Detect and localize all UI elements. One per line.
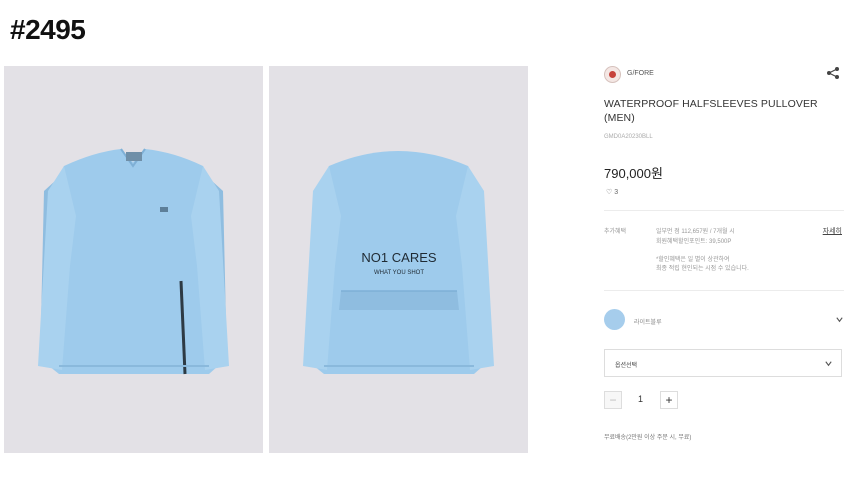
benefit-details-link[interactable]: 자세히: [823, 226, 842, 236]
divider: [604, 210, 844, 211]
color-name: 라이트블루: [634, 320, 662, 326]
brand-row: G/FORE: [604, 64, 844, 86]
benefit-label: 추가혜택: [604, 229, 627, 235]
product-image-back[interactable]: NO1 CARES WHAT YOU SHOT: [269, 66, 528, 453]
benefit-line-3: *할인혜택은 일 별이 상관하여: [656, 257, 730, 263]
brand-logo-icon[interactable]: [604, 66, 621, 83]
chevron-down-icon[interactable]: [835, 315, 844, 324]
chevron-down-icon: [825, 361, 832, 367]
color-option-row[interactable]: 라이트블루: [604, 307, 844, 333]
page-id-label: #2495: [10, 14, 86, 45]
benefit-line-1: 일부먼 점 112,657원 / 7개월 시: [656, 229, 735, 235]
pullover-back-illustration: NO1 CARES WHAT YOU SHOT: [303, 151, 494, 374]
back-print-line2: WHAT YOU SHOT: [374, 270, 424, 276]
option-select-label: 옵션선택: [615, 363, 638, 369]
product-title: WATERPROOF HALFSLEEVES PULLOVER (MEN): [604, 98, 818, 124]
benefit-line-4: 최종 적립 현인되는 시점 수 있습니다.: [656, 266, 749, 272]
share-icon[interactable]: [826, 66, 840, 80]
product-image-front[interactable]: [4, 66, 263, 453]
product-code: GMD0A20230BLL: [604, 134, 653, 140]
like-count[interactable]: ♡ 3: [606, 188, 618, 196]
back-print-line1: NO1 CARES: [361, 250, 436, 265]
divider: [604, 290, 844, 291]
pullover-front-illustration: [38, 148, 229, 375]
quantity-decrease-button[interactable]: −: [604, 391, 622, 409]
quantity-increase-button[interactable]: +: [660, 391, 678, 409]
benefit-line-2: 회원혜택할인포인트: 39,500P: [656, 239, 732, 245]
brand-name[interactable]: G/FORE: [627, 70, 654, 77]
option-select[interactable]: 옵션선택: [604, 349, 842, 377]
product-price: 790,000원: [604, 166, 663, 181]
shipping-info: 무료배송(2만원 이상 주문 시, 무료): [604, 435, 692, 441]
quantity-value[interactable]: 1: [638, 394, 643, 404]
color-swatch[interactable]: [604, 309, 625, 330]
